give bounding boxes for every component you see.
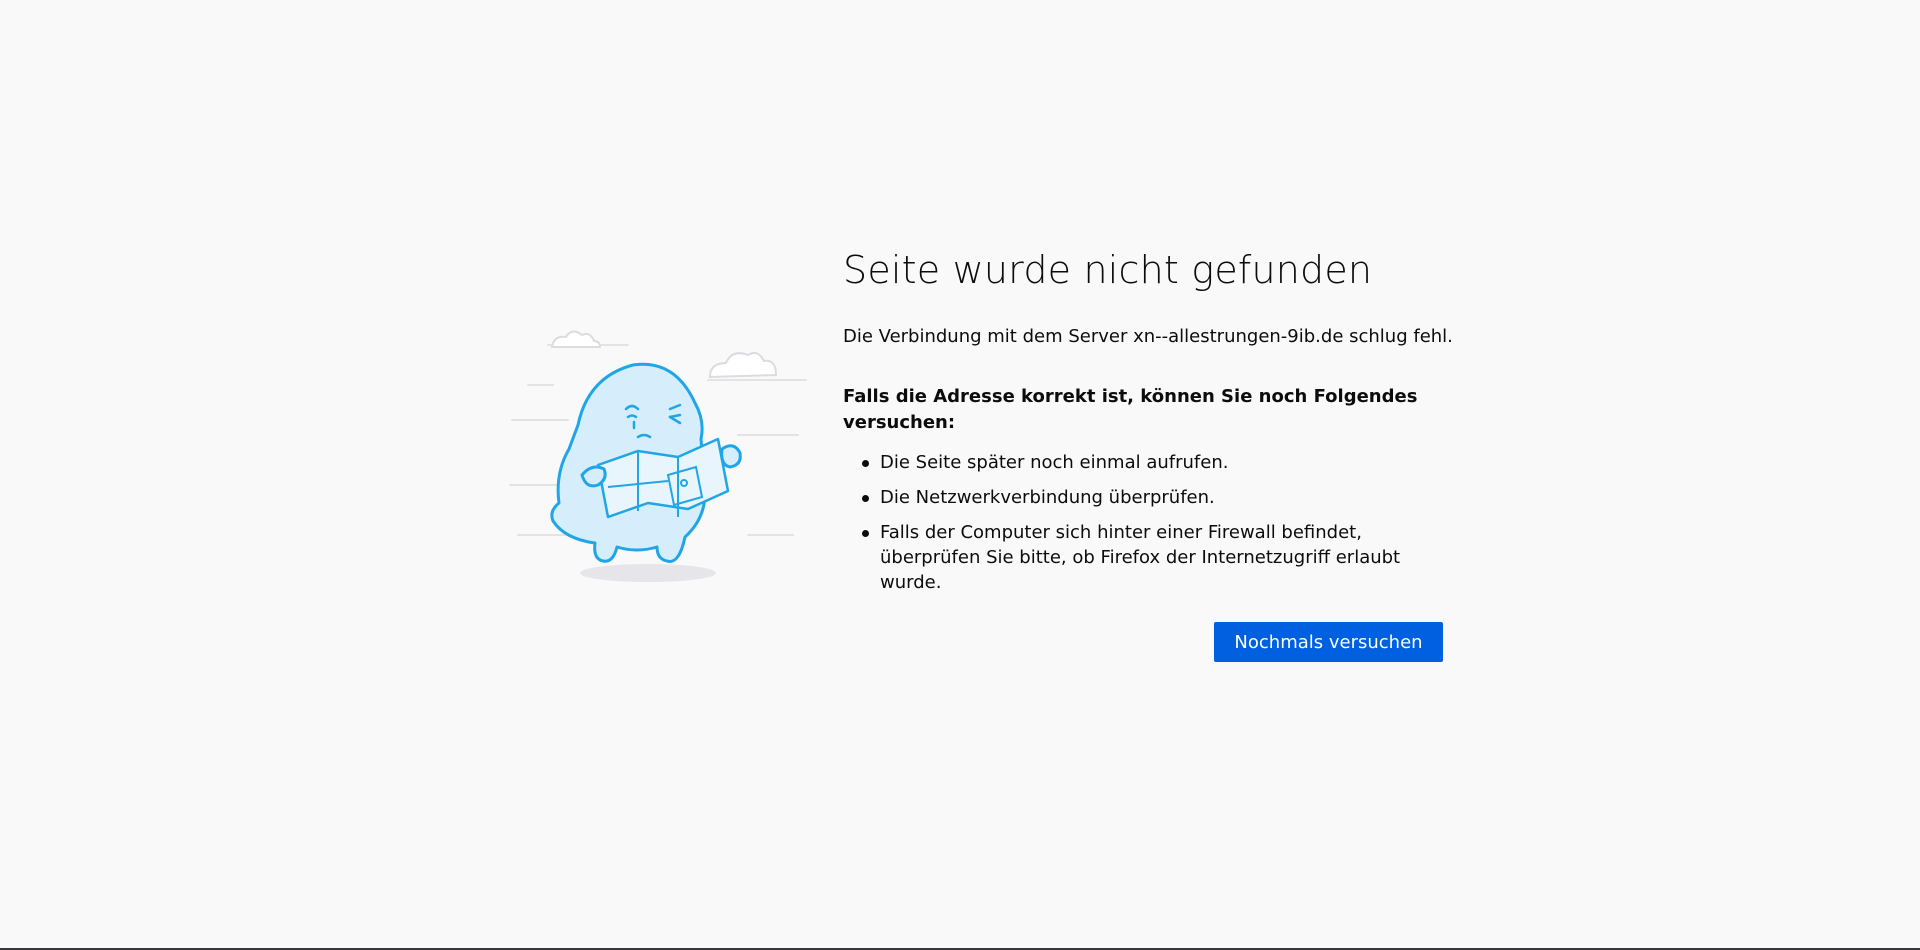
error-page: Seite wurde nicht gefunden Die Verbindun… xyxy=(0,0,1920,950)
suggestion-item: Falls der Computer sich hinter einer Fir… xyxy=(862,520,1460,595)
suggestions-list: Die Seite später noch einmal aufrufen. D… xyxy=(843,450,1463,595)
button-row: Nochmals versuchen xyxy=(1214,622,1443,662)
suggestion-item: Die Netzwerkverbindung überprüfen. xyxy=(862,485,1460,510)
page-title: Seite wurde nicht gefunden xyxy=(843,248,1373,292)
suggestion-item: Die Seite später noch einmal aufrufen. xyxy=(862,450,1460,475)
lost-monster-illustration-icon xyxy=(508,325,808,595)
retry-button[interactable]: Nochmals versuchen xyxy=(1214,622,1443,662)
error-description: Die Verbindung mit dem Server xn--allest… xyxy=(843,326,1453,347)
error-content: Seite wurde nicht gefunden Die Verbindun… xyxy=(843,244,1463,605)
suggestions-heading: Falls die Adresse korrekt ist, können Si… xyxy=(843,386,1418,433)
